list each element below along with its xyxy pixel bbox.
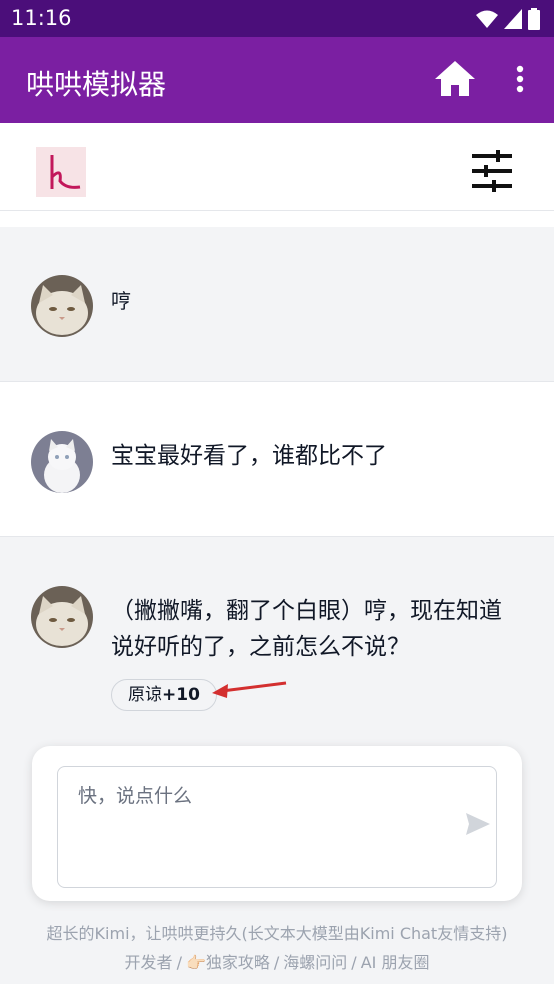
footer-tagline: 超长的Kimi，让哄哄更持久(长文本大模型由Kimi Chat友情支持) xyxy=(46,924,508,943)
settings-button[interactable] xyxy=(468,149,516,193)
app-title: 哄哄模拟器 xyxy=(26,68,167,101)
signal-icon xyxy=(504,9,522,29)
send-icon xyxy=(466,813,490,835)
more-vert-icon xyxy=(516,65,524,93)
status-time: 11:16 xyxy=(11,6,72,30)
footer-separator: / xyxy=(351,953,357,972)
avatar xyxy=(31,431,93,493)
footer-links: 开发者 / 👉🏻独家攻略 / 海螺问问 / AI 朋友圈 xyxy=(0,948,554,977)
avatar xyxy=(31,586,93,648)
home-button[interactable] xyxy=(433,59,477,99)
chat-message: （撇撇嘴，翻了个白眼）哼，现在知道说好听的了，之前怎么不说？ 原谅+10 xyxy=(0,537,554,763)
message-input-container xyxy=(57,766,497,888)
footer-link-guide[interactable]: 👉🏻独家攻略 xyxy=(186,953,270,972)
status-bar: 11:16 xyxy=(0,0,554,37)
footer: 超长的Kimi，让哄哄更持久(长文本大模型由Kimi Chat友情支持) 开发者… xyxy=(0,911,554,984)
message-text: 哼 xyxy=(111,289,131,313)
avatar xyxy=(31,275,93,337)
message-text: 宝宝最好看了，谁都比不了 xyxy=(111,443,387,469)
message-input[interactable] xyxy=(58,767,496,887)
badge-label: 原谅 xyxy=(128,685,162,705)
header-spacer xyxy=(0,211,554,227)
footer-separator: / xyxy=(273,953,280,972)
wifi-icon xyxy=(476,10,498,28)
footer-link-ai-moments[interactable]: AI 朋友圈 xyxy=(361,953,430,972)
footer-link-hailuo[interactable]: 海螺问问 xyxy=(283,953,347,972)
cat-avatar-icon xyxy=(31,275,93,337)
battery-icon xyxy=(528,8,540,30)
app-bar: 哄哄模拟器 xyxy=(0,37,554,123)
chat-message: 哼 xyxy=(0,227,554,382)
logo xyxy=(36,147,86,197)
cat-avatar-icon xyxy=(31,431,93,493)
status-icons xyxy=(476,8,540,30)
footer-separator: / xyxy=(176,953,182,972)
home-icon xyxy=(435,61,475,96)
chat-message: 宝宝最好看了，谁都比不了 xyxy=(0,382,554,537)
page-header xyxy=(0,123,554,211)
badge-value: +10 xyxy=(162,685,200,705)
send-button[interactable] xyxy=(464,810,492,838)
message-text: （撇撇嘴，翻了个白眼）哼，现在知道说好听的了，之前怎么不说？ xyxy=(111,598,502,660)
annotation-arrow-icon xyxy=(212,681,287,698)
footer-link-developer[interactable]: 开发者 xyxy=(125,953,173,972)
cat-avatar-icon xyxy=(31,586,93,648)
tune-icon xyxy=(472,150,512,192)
more-options-button[interactable] xyxy=(508,61,532,97)
forgiveness-score-badge: 原谅+10 xyxy=(111,679,217,711)
kimi-logo-icon xyxy=(36,147,86,197)
input-card xyxy=(32,746,522,901)
